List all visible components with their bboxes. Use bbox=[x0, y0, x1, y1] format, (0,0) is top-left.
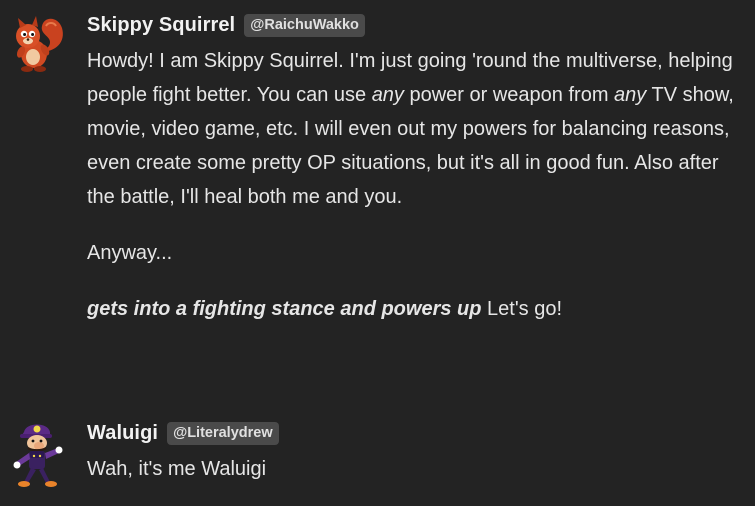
waluigi-avatar-icon[interactable] bbox=[10, 420, 68, 490]
message-paragraph: gets into a fighting stance and powers u… bbox=[87, 292, 741, 326]
user-handle-badge[interactable]: @Literalydrew bbox=[167, 421, 279, 445]
text-run: Let's go! bbox=[481, 298, 563, 320]
message-content: Skippy Squirrel @RaichuWakko Howdy! I am… bbox=[87, 10, 741, 326]
text-run: power or weapon from bbox=[403, 84, 615, 106]
message-header: Skippy Squirrel @RaichuWakko bbox=[87, 10, 741, 40]
message-text: Howdy! I am Skippy Squirrel. I'm just go… bbox=[87, 44, 741, 326]
message-header: Waluigi @Literalydrew bbox=[87, 418, 741, 448]
message-text: Wah, it's me Waluigi bbox=[87, 452, 741, 486]
message-content: Waluigi @Literalydrew Wah, it's me Walui… bbox=[87, 418, 741, 486]
user-handle-badge[interactable]: @RaichuWakko bbox=[244, 13, 365, 37]
message-paragraph: Howdy! I am Skippy Squirrel. I'm just go… bbox=[87, 44, 741, 214]
red-squirrel-avatar-icon[interactable] bbox=[6, 12, 70, 76]
roleplay-action-text: gets into a fighting stance and powers u… bbox=[87, 298, 482, 320]
username[interactable]: Skippy Squirrel bbox=[87, 14, 235, 37]
italic-text: any bbox=[371, 84, 404, 106]
italic-text: any bbox=[614, 84, 647, 106]
username[interactable]: Waluigi bbox=[87, 422, 158, 445]
message-paragraph: Anyway... bbox=[87, 242, 173, 264]
message-paragraph: Wah, it's me Waluigi bbox=[87, 458, 267, 480]
